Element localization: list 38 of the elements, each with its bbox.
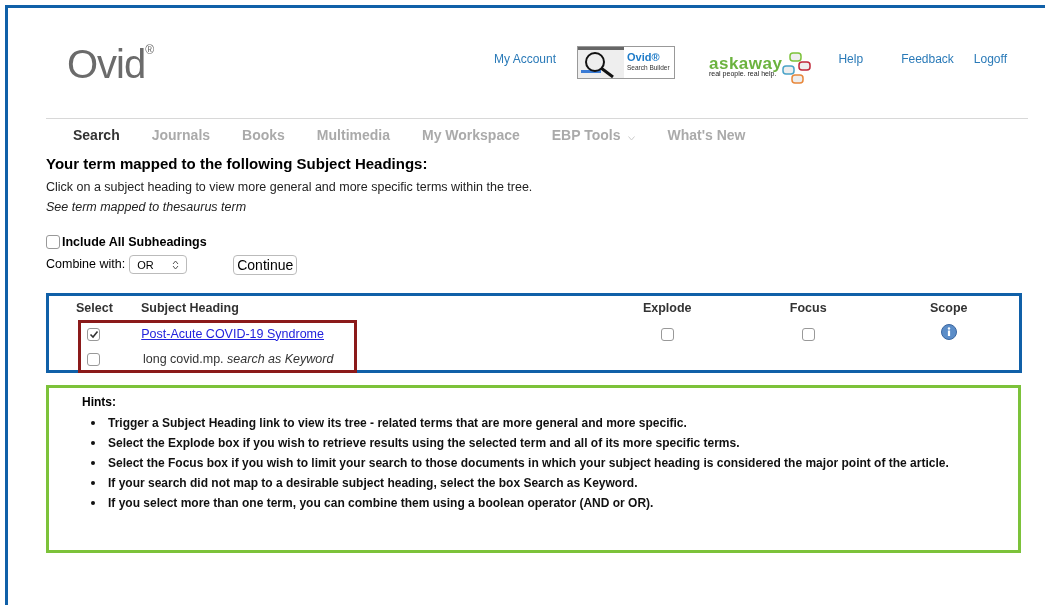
explode-checkbox[interactable]: [660, 327, 674, 341]
bullet-icon: [91, 460, 95, 465]
feedback-link[interactable]: Feedback: [901, 50, 954, 68]
info-icon[interactable]: [940, 323, 957, 340]
combine-label: Combine with:: [46, 256, 126, 274]
column-header: Explode: [642, 301, 692, 316]
bullet-icon: [91, 500, 95, 505]
help-link[interactable]: Help: [838, 50, 864, 68]
include-subheadings-label: Include All Subheadings: [62, 234, 207, 251]
bullet-icon: [91, 440, 95, 445]
subject-heading-link[interactable]: Post-Acute COVID-19 Syndrome: [141, 326, 324, 341]
select-checkbox[interactable]: [87, 327, 100, 341]
instruction-text: Click on a subject heading to view more general and more specific terms within the tree.: [46, 178, 533, 196]
hint-text: If you select more than one term, you can combine them using a boolean operator (AND or OR).: [108, 494, 654, 512]
column-header: Focus: [789, 301, 827, 316]
column-header: Subject Heading: [140, 301, 239, 316]
account-link[interactable]: My Account: [493, 50, 556, 68]
hint-text: Trigger a Subject Heading link to view its tree - related terms that are more general and more specific.: [108, 414, 687, 432]
hint-text: If your search did not map to a desirable subject heading, select the box Search as Keyword.: [108, 474, 638, 492]
keyword-term-text: long covid.mp. search as Keyword: [143, 351, 334, 366]
hint-text: Select the Focus box if you wish to limit your search to those documents in which your subject heading is considered the major point of the article.: [108, 454, 949, 472]
updown-icon: [172, 259, 180, 270]
column-header: Select: [76, 301, 113, 316]
bullet-icon: [91, 480, 95, 485]
note-text: See term mapped to thesaurus term: [46, 199, 247, 217]
hints-title: Hints:: [82, 393, 116, 411]
select-checkbox[interactable]: [87, 352, 100, 366]
page-heading: Your term mapped to the following Subject Headings:: [46, 154, 428, 174]
column-header: Scope: [930, 301, 968, 316]
focus-checkbox[interactable]: [801, 327, 815, 341]
include-subheadings-checkbox[interactable]: [46, 235, 60, 250]
bullet-icon: [91, 420, 95, 425]
logoff-link[interactable]: Logoff: [973, 50, 1007, 68]
continue-button[interactable]: Continue: [233, 254, 298, 275]
nav-tab[interactable]: Search: [73, 124, 120, 146]
hint-text: Select the Explode box if you wish to retrieve results using the selected term and all of its more specific terms.: [108, 434, 740, 452]
ovid-logo: Ovid®: [67, 44, 155, 84]
combine-dropdown[interactable]: OR: [129, 255, 188, 275]
